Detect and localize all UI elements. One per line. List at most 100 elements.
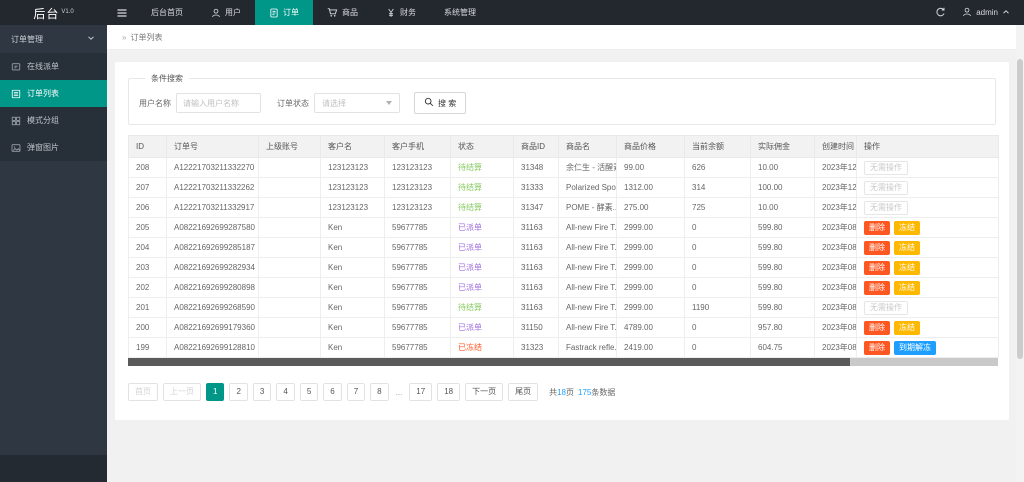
user-menu[interactable]: admin [962, 7, 1010, 19]
table-body: 208A12221703211332270123123123123123123待… [129, 158, 999, 358]
cell-balance: 626 [685, 158, 751, 178]
page-button-18[interactable]: 18 [437, 383, 460, 401]
cell-product: All-new Fire T... [559, 218, 617, 238]
sidebar-group-order-management[interactable]: 订单管理 [0, 25, 107, 53]
freeze-button[interactable]: 冻结 [894, 281, 920, 295]
cell-product-id: 31163 [514, 218, 559, 238]
cell-parent-account [259, 278, 321, 298]
nav-right: admin [935, 0, 1024, 25]
sidebar-item-online-dispatch[interactable]: 在线派单 [0, 53, 107, 80]
vertical-scrollbar-thumb[interactable] [1017, 59, 1023, 359]
cell-balance: 0 [685, 258, 751, 278]
order-status-placeholder: 请选择 [322, 98, 346, 109]
cell-product-id: 31150 [514, 318, 559, 338]
page-button-7[interactable]: 7 [347, 383, 365, 401]
cell-balance: 314 [685, 178, 751, 198]
cell-created: 2023年12月 [815, 158, 857, 178]
no-action-button: 无需操作 [864, 181, 908, 195]
cell-balance: 0 [685, 218, 751, 238]
page-button-4[interactable]: 4 [276, 383, 294, 401]
delete-button[interactable]: 删除 [864, 241, 890, 255]
column-header: 商品名 [559, 136, 617, 158]
search-button[interactable]: 搜 索 [414, 92, 466, 114]
cell-id: 203 [129, 258, 167, 278]
sidebar-item-label: 弹窗图片 [27, 142, 59, 153]
cell-product-id: 31163 [514, 258, 559, 278]
cell-id: 207 [129, 178, 167, 198]
delete-button[interactable]: 删除 [864, 321, 890, 335]
breadcrumb-current: 订单列表 [130, 32, 162, 43]
freeze-button[interactable]: 冻结 [894, 261, 920, 275]
delete-button[interactable]: 删除 [864, 221, 890, 235]
cell-actions: 删除冻结 [857, 258, 999, 278]
column-header: 商品ID [514, 136, 559, 158]
cell-commission: 100.00 [751, 178, 815, 198]
order-status-select[interactable]: 请选择 [314, 93, 400, 113]
username-input[interactable] [176, 93, 261, 113]
cell-balance: 0 [685, 318, 751, 338]
nav-item-goods[interactable]: 商品 [313, 0, 372, 25]
freeze-button[interactable]: 冻结 [894, 321, 920, 335]
nav-item-system[interactable]: 系统管理 [430, 0, 490, 25]
horizontal-scrollbar[interactable] [128, 358, 998, 366]
nav-item-orders[interactable]: 订单 [255, 0, 313, 25]
cell-status: 待结算 [451, 198, 514, 218]
cell-order-no: A08221692699128810 [167, 338, 259, 358]
horizontal-scrollbar-thumb[interactable] [128, 358, 850, 366]
page-button-17[interactable]: 17 [409, 383, 432, 401]
cell-parent-account [259, 318, 321, 338]
nav-item-finance[interactable]: 财务 [372, 0, 430, 25]
cell-customer: 123123123 [321, 158, 385, 178]
column-header: 上级账号 [259, 136, 321, 158]
page-button-6[interactable]: 6 [323, 383, 341, 401]
cart-icon [327, 7, 338, 18]
breadcrumb-separator: » [122, 33, 126, 42]
cell-actions: 删除冻结 [857, 218, 999, 238]
vertical-scrollbar[interactable] [1016, 25, 1024, 482]
sidebar-item-order-list[interactable]: 订单列表 [0, 80, 107, 107]
table-row: 205A08221692699287580Ken59677785已派单31163… [129, 218, 999, 238]
yen-icon [386, 8, 396, 18]
search-icon [424, 97, 434, 109]
cell-phone: 123123123 [385, 178, 451, 198]
app-logo: 后台V1.0 [0, 0, 107, 25]
nav-item-users[interactable]: 用户 [197, 0, 255, 25]
status-badge: 待结算 [458, 203, 482, 212]
page-button-1[interactable]: 1 [206, 383, 224, 401]
cell-actions: 无需操作 [857, 198, 999, 218]
pagination-buttons: 首页上一页12345678...1718下一页尾页 [128, 383, 538, 401]
page-button-2[interactable]: 2 [229, 383, 247, 401]
delete-button[interactable]: 删除 [864, 341, 890, 355]
freeze-button[interactable]: 冻结 [894, 241, 920, 255]
cell-price: 1312.00 [617, 178, 685, 198]
next-page-button[interactable]: 下一页 [465, 383, 503, 401]
cell-product: All-new Fire T... [559, 258, 617, 278]
sidebar-item-popup-image[interactable]: 弹窗图片 [0, 134, 107, 161]
sidebar-item-mode-group[interactable]: 模式分组 [0, 107, 107, 134]
cell-order-no: A12221703211332917 [167, 198, 259, 218]
delete-button[interactable]: 删除 [864, 281, 890, 295]
cell-phone: 59677785 [385, 298, 451, 318]
page-button-8[interactable]: 8 [370, 383, 388, 401]
refresh-icon[interactable] [935, 7, 946, 18]
nav-item-home[interactable]: 后台首页 [137, 0, 197, 25]
table-row: 207A12221703211332262123123123123123123待… [129, 178, 999, 198]
page-button-5[interactable]: 5 [300, 383, 318, 401]
delete-button[interactable]: 删除 [864, 261, 890, 275]
search-button-label: 搜 索 [438, 98, 456, 109]
freeze-button[interactable]: 冻结 [894, 221, 920, 235]
unfreeze-button[interactable]: 到期解冻 [894, 341, 936, 355]
hamburger-icon[interactable] [107, 0, 137, 25]
cell-id: 205 [129, 218, 167, 238]
chevron-down-icon [87, 34, 95, 44]
page-button-3[interactable]: 3 [253, 383, 271, 401]
column-header: 操作 [857, 136, 999, 158]
column-header: 客户手机 [385, 136, 451, 158]
cell-created: 2023年08月 [815, 278, 857, 298]
cell-product: All-new Fire T... [559, 238, 617, 258]
summary-records-word: 条数据 [591, 388, 615, 397]
sidebar-footer [0, 455, 107, 482]
last-page-button[interactable]: 尾页 [508, 383, 538, 401]
cell-id: 201 [129, 298, 167, 318]
content: 条件搜索 用户名称 订单状态 请选择 搜 索 [107, 50, 1024, 420]
